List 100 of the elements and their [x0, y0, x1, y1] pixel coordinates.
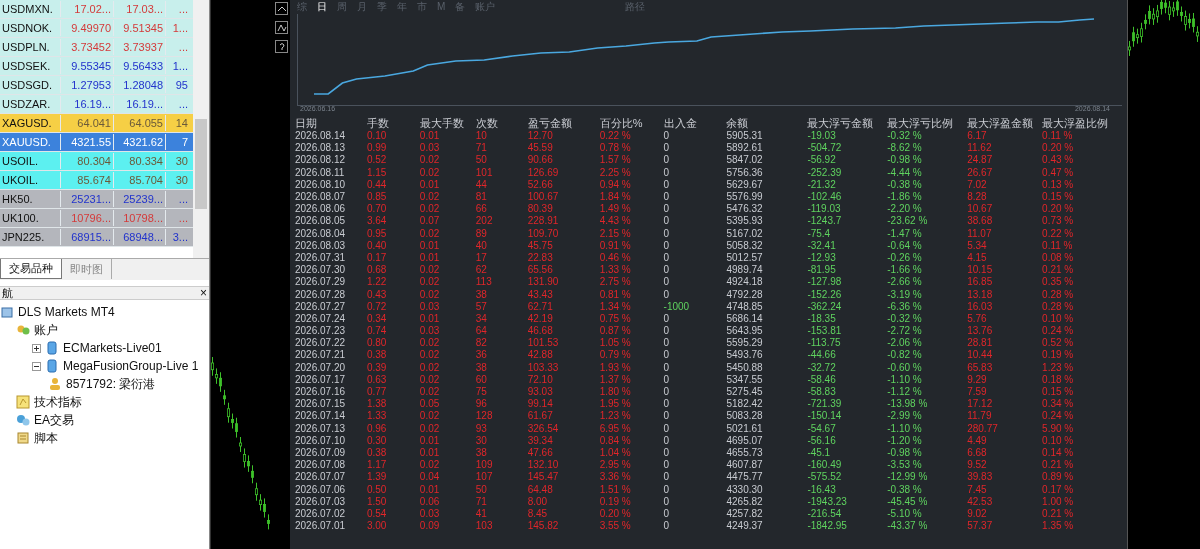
symbol-row[interactable]: USDSEK. 9.55345 9.56433 1... [0, 57, 193, 76]
help-icon[interactable] [274, 40, 288, 53]
table-cell-text: 0.50 [366, 483, 388, 496]
table-cell-text: 0.10 [366, 130, 388, 143]
expand-toggle-icon[interactable] [32, 343, 41, 353]
table-cell-text: 4607.87 [726, 459, 764, 472]
symbol-row[interactable]: USOIL. 80.304 80.334 30 [0, 152, 193, 171]
table-cell-text: 0.30 [366, 434, 388, 447]
symbol-row[interactable]: XAGUSD. 64.041 64.055 14 [0, 114, 193, 133]
table-cell-text: 42.19 [527, 312, 554, 325]
table-cell-text: 103.33 [527, 361, 560, 374]
table-cell-text: 0.03 [419, 300, 441, 313]
tree-item[interactable]: MegaFusionGroup-Live 1 [63, 357, 199, 375]
table-cell-text: 13.18 [967, 288, 994, 301]
symbol-name: XAUUSD. [1, 134, 52, 150]
table-cell-text: 7.45 [967, 483, 988, 496]
table-cell-text: 0.15 % [1042, 386, 1075, 399]
column-header: 次数 [475, 115, 499, 131]
chart-toggle-icon[interactable] [274, 2, 288, 15]
table-cell-text: 0 [663, 361, 671, 374]
symbol-name: USDMXN. [1, 1, 54, 17]
symbol-row[interactable]: USDMXN. 17.02... 17.03... ... [0, 0, 193, 19]
table-cell-text: 8.45 [527, 507, 549, 520]
table-cell-text: -56.92 [807, 154, 837, 167]
table-cell-text: 9.52 [967, 459, 988, 472]
table-cell-text: 0 [663, 142, 671, 155]
close-button[interactable]: × [200, 287, 207, 299]
table-cell-text: 131.90 [527, 276, 560, 289]
table-cell-text: 2026.08.07 [295, 191, 347, 204]
wave-icon[interactable] [274, 21, 288, 34]
tree-item[interactable]: 8571792: 梁衍港 [66, 375, 156, 393]
table-cell-text: 0.72 [366, 300, 388, 313]
symbol-row[interactable]: JPN225. 68915... 68948... 3... [0, 228, 193, 247]
symbol-name: USDZAR. [1, 96, 52, 112]
table-cell-text: 0.38 [366, 349, 388, 362]
table-cell-text: -1.12 % [887, 386, 923, 399]
table-cell-text: 0 [663, 386, 671, 399]
table-cell-text: 90.66 [527, 154, 554, 167]
table-cell-text: -1000 [663, 300, 691, 313]
collapse-toggle-icon[interactable] [32, 361, 41, 371]
table-cell-text: 0.19 % [599, 495, 632, 508]
table-cell-text: -43.37 % [887, 520, 929, 533]
table-cell-text: -0.32 % [887, 130, 923, 143]
symbol-row[interactable]: UK100. 10796... 10798... ... [0, 209, 193, 228]
table-cell-text: 2026.07.10 [295, 434, 347, 447]
column-header: 余额 [726, 115, 750, 131]
tree-item[interactable]: DLS Markets MT4 [18, 303, 115, 321]
symbol-row[interactable]: HK50. 25231... 25239... ... [0, 190, 193, 209]
table-cell-text: 0.01 [419, 312, 441, 325]
table-cell-text: 38 [475, 361, 488, 374]
table-cell-text: 1.04 % [599, 446, 632, 459]
table-cell-text: 64.48 [527, 483, 554, 496]
table-cell-text: 0 [663, 166, 671, 179]
scrollbar[interactable] [193, 0, 209, 258]
ask-price: 80.334 [113, 152, 165, 170]
table-cell-text: 1.17 [366, 459, 388, 472]
table-cell-text: 0.74 [366, 325, 388, 338]
table-cell-text: -1943.23 [807, 495, 848, 508]
spread-value: 1... [165, 19, 190, 37]
table-cell-text: -152.26 [807, 288, 843, 301]
symbol-row[interactable]: USDPLN. 3.73452 3.73937 ... [0, 38, 193, 57]
symbol-name: HK50. [1, 191, 34, 207]
table-cell-text: 0.96 [366, 422, 388, 435]
panel-tab[interactable]: 交易品种 [0, 259, 62, 279]
table-cell-text: 65.83 [967, 361, 994, 374]
table-cell-text: 0.38 [366, 446, 388, 459]
table-cell-text: 11.07 [967, 227, 993, 240]
server-icon [45, 341, 59, 355]
table-cell-text: 0.02 [419, 166, 441, 179]
table-cell-text: 0.02 [419, 373, 441, 386]
table-cell-text: 0.43 % [1042, 154, 1075, 167]
table-cell-text: 0.01 [419, 239, 441, 252]
symbol-row[interactable]: USDSGD. 1.27953 1.28048 95 [0, 76, 193, 95]
tree-item[interactable]: 脚本 [34, 429, 58, 447]
tree-item[interactable]: EA交易 [34, 411, 74, 429]
table-cell-text: 2026.07.21 [295, 349, 347, 362]
column-header: 盈亏金额 [527, 115, 573, 131]
table-cell-text: 38 [475, 288, 488, 301]
tree-item[interactable]: 账户 [34, 321, 58, 339]
table-cell-text: 0.40 [366, 239, 388, 252]
tree-item[interactable]: ECMarkets-Live01 [63, 339, 162, 357]
table-cell-text: -8.62 % [887, 142, 923, 155]
table-cell-text: 1.05 % [599, 337, 632, 350]
symbol-row[interactable]: USDZAR. 16.19... 16.19... ... [0, 95, 193, 114]
table-cell-text: 5167.02 [726, 227, 764, 240]
table-cell-text: 0.01 [419, 178, 441, 191]
table-cell-text: -127.98 [807, 276, 843, 289]
table-cell-text: 43.43 [527, 288, 554, 301]
table-cell-text: 0.20 % [599, 507, 632, 520]
table-cell-text: 24.87 [967, 154, 994, 167]
table-cell-text: -45.1 [807, 446, 832, 459]
symbol-row[interactable]: XAUUSD. 4321.55 4321.62 7 [0, 133, 193, 152]
tree-item[interactable]: 技术指标 [34, 393, 82, 411]
table-cell-text: 61.67 [527, 410, 554, 423]
symbol-row[interactable]: USDNOK. 9.49970 9.51345 1... [0, 19, 193, 38]
spread-value: 7 [165, 133, 190, 151]
table-cell-text: 11.62 [967, 142, 993, 155]
period-tab[interactable]: 日 [317, 0, 327, 14]
symbol-row[interactable]: UKOIL. 85.674 85.704 30 [0, 171, 193, 190]
table-cell-text: 4249.37 [726, 520, 764, 533]
